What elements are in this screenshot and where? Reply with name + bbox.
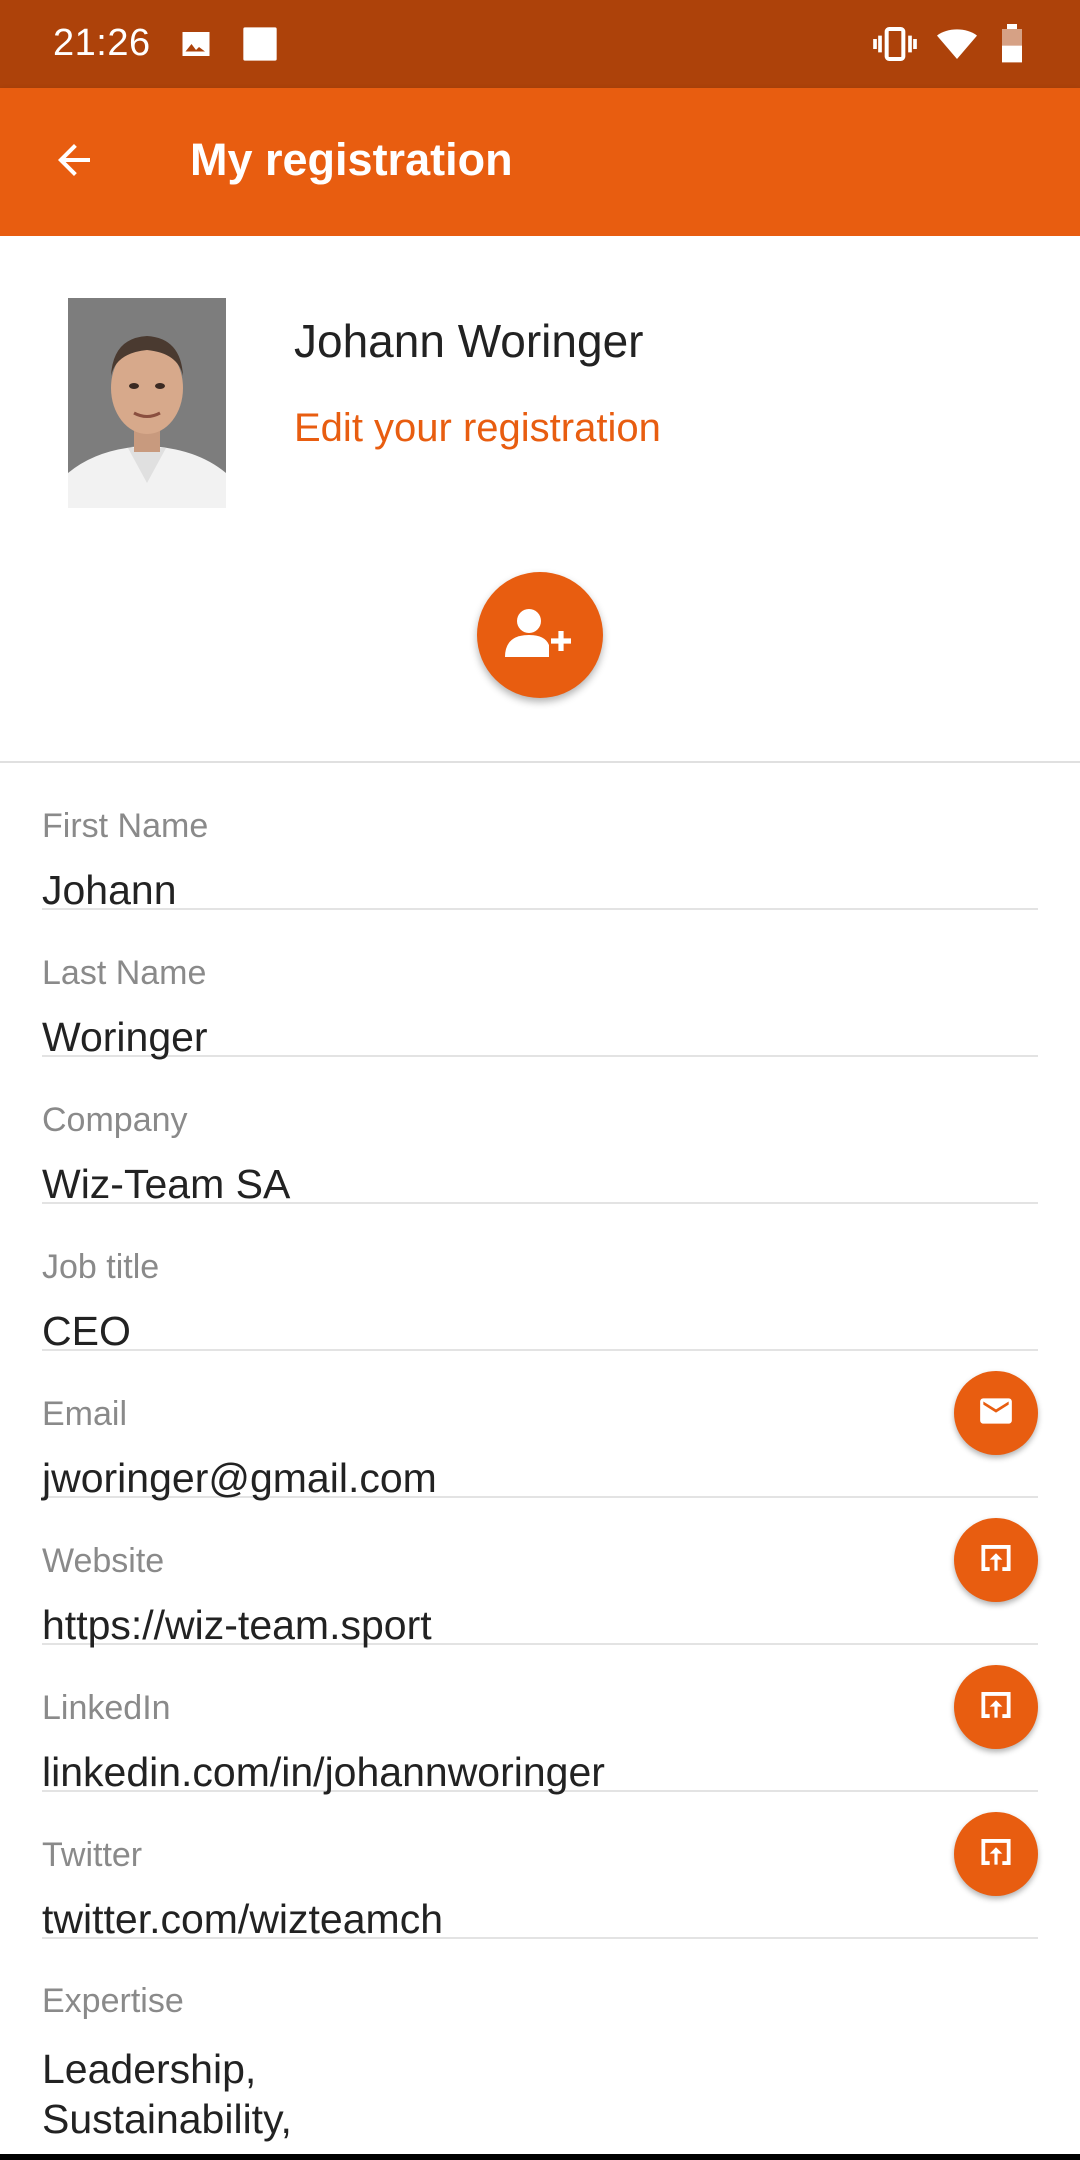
website-label: Website (42, 1542, 165, 1580)
first-name-value: Johann (42, 867, 177, 913)
back-button[interactable] (36, 124, 112, 200)
expertise-label: Expertise (42, 1982, 184, 2020)
website-value: https://wiz-team.sport (42, 1602, 432, 1648)
page-title: My registration (190, 134, 513, 185)
last-name-label: Last Name (42, 954, 207, 992)
company-field[interactable]: Company Wiz-Team SA (42, 1057, 1038, 1207)
last-name-value: Woringer (42, 1014, 208, 1060)
battery-icon (998, 24, 1026, 69)
last-name-field[interactable]: Last Name Woringer (42, 910, 1038, 1060)
open-website-button[interactable] (954, 1518, 1038, 1602)
image-icon (178, 24, 214, 69)
person-add-icon (505, 607, 575, 664)
mail-icon (977, 1392, 1015, 1435)
app-bar: My registration (0, 88, 1080, 236)
job-title-field[interactable]: Job title CEO (42, 1204, 1038, 1354)
open-twitter-button[interactable] (954, 1812, 1038, 1896)
twitter-value: twitter.com/wizteamch (42, 1896, 443, 1942)
twitter-label: Twitter (42, 1836, 143, 1874)
first-name-field[interactable]: First Name Johann (42, 763, 1038, 913)
job-title-label: Job title (42, 1248, 160, 1286)
job-title-value: CEO (42, 1308, 131, 1354)
add-contact-button[interactable] (477, 572, 603, 698)
wifi-icon (936, 24, 978, 69)
open-linkedin-button[interactable] (954, 1665, 1038, 1749)
profile-header: Johann Woringer Edit your registration (0, 236, 1080, 762)
status-time: 21:26 (53, 22, 151, 64)
linkedin-value: linkedin.com/in/johannworinger (42, 1749, 605, 1795)
website-field[interactable]: Website https://wiz-team.sport (42, 1498, 1038, 1648)
open-external-icon (977, 1833, 1015, 1876)
email-field[interactable]: Email jworinger@gmail.com (42, 1351, 1038, 1501)
send-email-button[interactable] (954, 1371, 1038, 1455)
system-nav-bar (0, 2154, 1080, 2160)
expertise-line: Leadership, (42, 2046, 257, 2092)
open-external-icon (977, 1539, 1015, 1582)
arrow-back-icon (50, 136, 98, 189)
profile-name: Johann Woringer (294, 315, 644, 367)
linkedin-label: LinkedIn (42, 1689, 171, 1727)
expertise-value: Leadership, Sustainability, (42, 2044, 642, 2144)
company-value: Wiz-Team SA (42, 1161, 291, 1207)
first-name-label: First Name (42, 807, 209, 845)
vibrate-icon (872, 24, 918, 69)
open-external-icon (977, 1686, 1015, 1729)
linkedin-field[interactable]: LinkedIn linkedin.com/in/johannworinger (42, 1645, 1038, 1795)
status-bar: 21:26 (0, 0, 1080, 88)
email-value: jworinger@gmail.com (42, 1455, 437, 1501)
email-label: Email (42, 1395, 128, 1433)
square-icon (240, 24, 280, 69)
edit-registration-link[interactable]: Edit your registration (294, 406, 661, 451)
expertise-line: Sustainability, (42, 2096, 292, 2142)
company-label: Company (42, 1101, 188, 1139)
twitter-field[interactable]: Twitter twitter.com/wizteamch (42, 1792, 1038, 1942)
avatar (68, 298, 226, 508)
